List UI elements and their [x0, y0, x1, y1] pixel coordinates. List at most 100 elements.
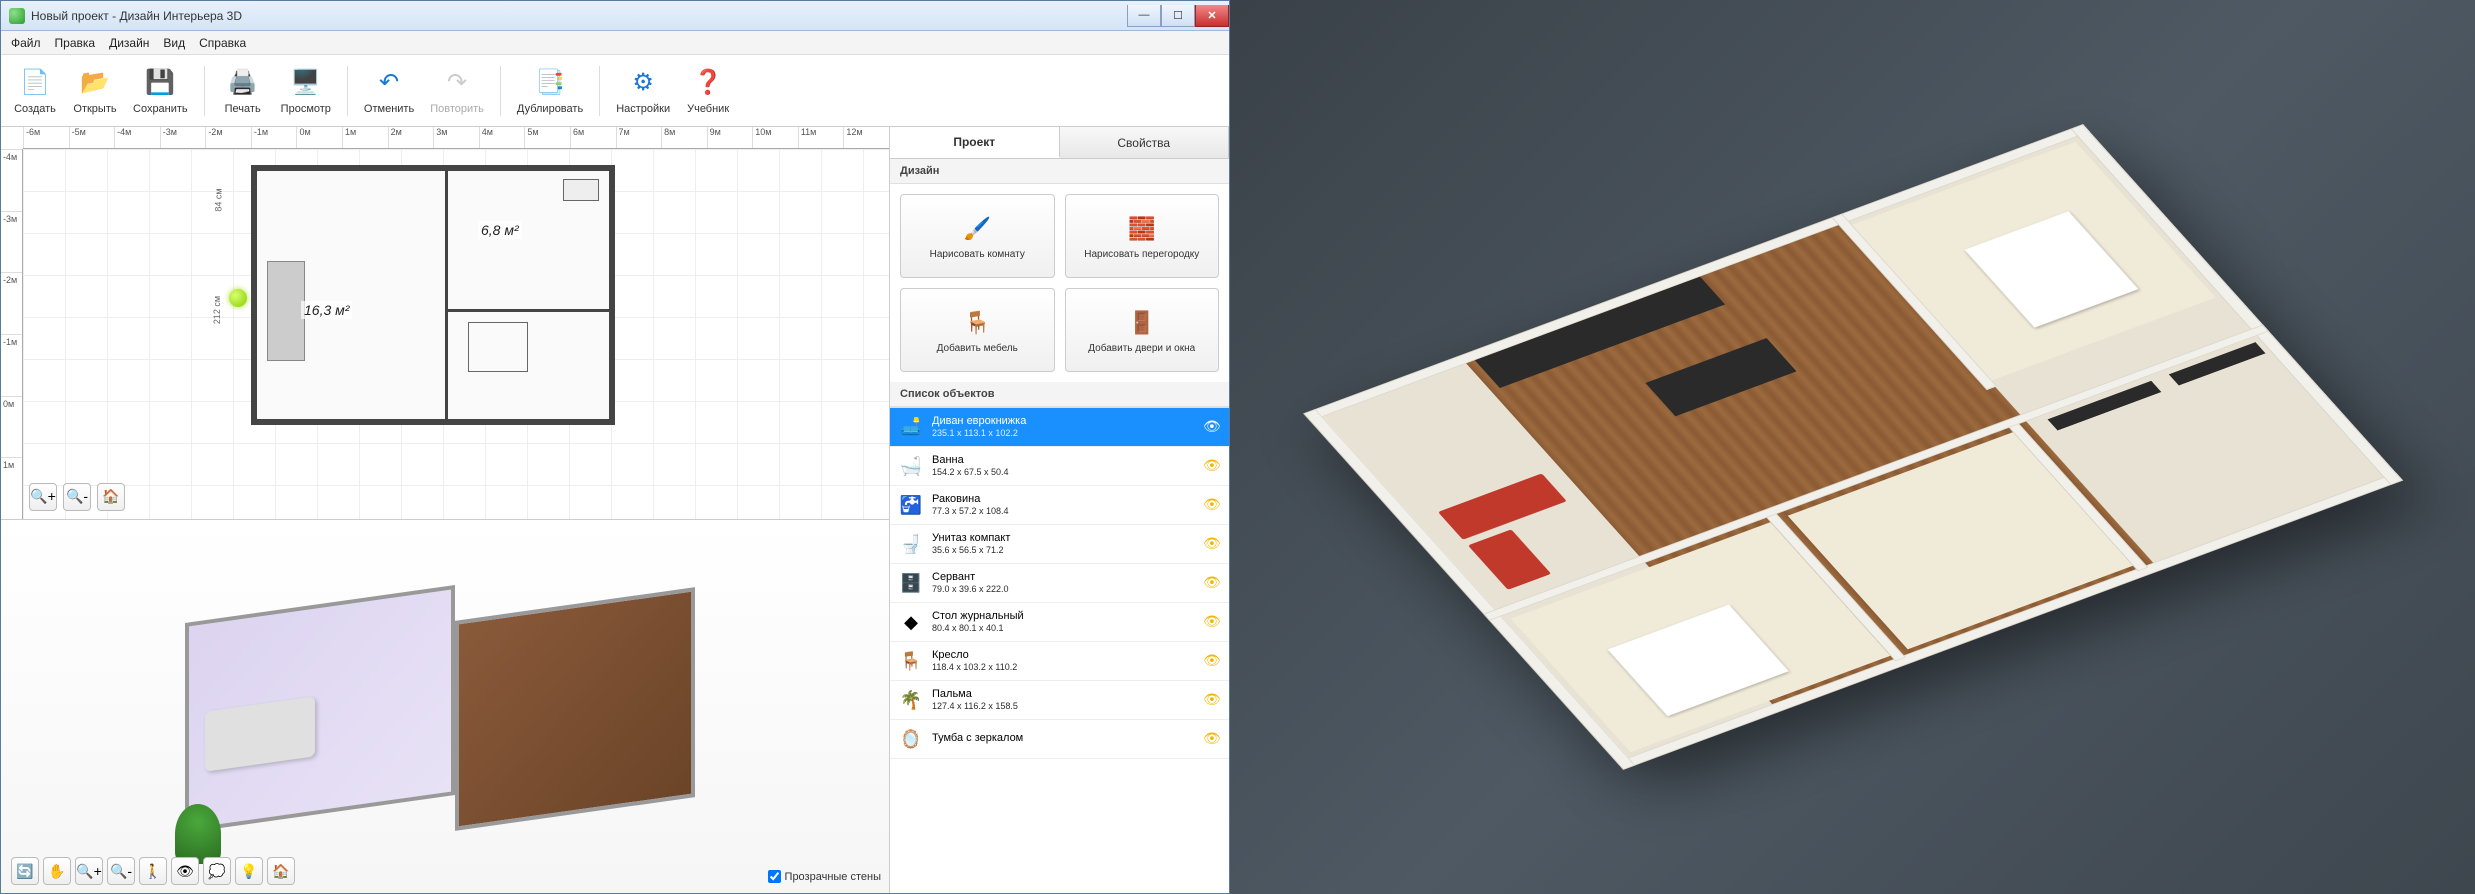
visibility-eye-icon[interactable]: 👁	[1203, 730, 1221, 748]
cloud-button[interactable]: 💭	[203, 857, 231, 885]
object-dimensions: 77.3 x 57.2 x 108.4	[932, 506, 1195, 517]
room-1-area: 16,3 м²	[301, 301, 352, 319]
preview-room-right	[455, 587, 695, 831]
object-text: Пальма127.4 x 116.2 x 158.5	[932, 688, 1195, 712]
object-dimensions: 118.4 x 103.2 x 110.2	[932, 662, 1195, 673]
transparent-walls-checkbox[interactable]: Прозрачные стены	[768, 870, 881, 883]
visibility-eye-icon[interactable]: 👁	[1203, 457, 1221, 475]
tutorial-button[interactable]: ❓ Учебник	[680, 60, 736, 122]
brick-wall-icon: 🧱	[1126, 213, 1158, 245]
plan-door-arc[interactable]	[468, 322, 528, 372]
minimize-button[interactable]: —	[1127, 5, 1161, 27]
walk-button[interactable]: 🚶	[139, 857, 167, 885]
object-list-item[interactable]: 🚽Унитаз компакт35.6 x 56.5 x 71.2👁	[890, 525, 1229, 564]
window-title: Новый проект - Дизайн Интерьера 3D	[31, 9, 242, 23]
visibility-eye-icon[interactable]: 👁	[1203, 613, 1221, 631]
save-button[interactable]: 💾 Сохранить	[127, 60, 194, 122]
render-house-model	[1303, 124, 2402, 770]
room-3[interactable]	[445, 309, 615, 425]
object-text: Унитаз компакт35.6 x 56.5 x 71.2	[932, 532, 1195, 556]
add-doors-button[interactable]: 🚪 Добавить двери и окна	[1065, 288, 1220, 372]
maximize-button[interactable]: ☐	[1161, 5, 1195, 27]
undo-button[interactable]: ↶ Отменить	[358, 60, 420, 122]
settings-button[interactable]: ⚙ Настройки	[610, 60, 676, 122]
create-button[interactable]: 📄 Создать	[7, 60, 63, 122]
draw-room-button[interactable]: 🖌️ Нарисовать комнату	[900, 194, 1055, 278]
home-button[interactable]: 🏠	[97, 483, 125, 511]
tab-properties[interactable]: Свойства	[1060, 127, 1230, 158]
home-3d-button[interactable]: 🏠	[267, 857, 295, 885]
plan-bathtub[interactable]	[563, 179, 599, 201]
menu-view[interactable]: Вид	[163, 36, 185, 50]
preview-3d-canvas[interactable]: 🔄 ✋ 🔍+ 🔍- 🚶 👁 💭 💡 🏠 Прозрачные стены	[1, 520, 889, 893]
plan-2d-canvas[interactable]: -6м-5м-4м -3м-2м-1м 0м1м2м 3м4м5м 6м7м8м…	[1, 127, 889, 520]
object-list-item[interactable]: 🪞Тумба с зеркалом👁	[890, 720, 1229, 759]
object-list-item[interactable]: 🚰Раковина77.3 x 57.2 x 108.4👁	[890, 486, 1229, 525]
visibility-eye-icon[interactable]: 👁	[1203, 418, 1221, 436]
object-name: Унитаз компакт	[932, 532, 1195, 545]
object-thumb-icon: 🌴	[898, 687, 924, 713]
room-2[interactable]: 6,8 м²	[445, 165, 615, 315]
draw-partition-label: Нарисовать перегородку	[1084, 249, 1199, 260]
object-text: Тумба с зеркалом	[932, 732, 1195, 745]
pan-button[interactable]: ✋	[43, 857, 71, 885]
visibility-eye-icon[interactable]: 👁	[1203, 496, 1221, 514]
draw-partition-button[interactable]: 🧱 Нарисовать перегородку	[1065, 194, 1220, 278]
object-text: Кресло118.4 x 103.2 x 110.2	[932, 649, 1195, 673]
zoom-out-button[interactable]: 🔍-	[63, 483, 91, 511]
object-name: Тумба с зеркалом	[932, 732, 1195, 745]
menu-design[interactable]: Дизайн	[109, 36, 149, 50]
floorplan[interactable]: 16,3 м² 6,8 м² 84 см 212 см	[251, 165, 621, 435]
transparent-walls-input[interactable]	[768, 870, 781, 883]
eye-button[interactable]: 👁	[171, 857, 199, 885]
paintbrush-icon: 🖌️	[961, 213, 993, 245]
menu-edit[interactable]: Правка	[55, 36, 96, 50]
side-panel: Проект Свойства Дизайн 🖌️ Нарисовать ком…	[889, 127, 1229, 893]
visibility-eye-icon[interactable]: 👁	[1203, 652, 1221, 670]
add-doors-label: Добавить двери и окна	[1088, 343, 1195, 354]
close-button[interactable]: ✕	[1195, 5, 1229, 27]
visibility-eye-icon[interactable]: 👁	[1203, 574, 1221, 592]
objects-list[interactable]: 🛋️Диван еврокнижка235.1 x 113.1 x 102.2👁…	[890, 407, 1229, 893]
duplicate-button[interactable]: 📑 Дублировать	[511, 60, 589, 122]
object-list-item[interactable]: 🗄️Сервант79.0 x 39.6 x 222.0👁	[890, 564, 1229, 603]
redo-button[interactable]: ↷ Повторить	[424, 60, 490, 122]
zoom-in-3d-button[interactable]: 🔍+	[75, 857, 103, 885]
object-list-item[interactable]: 🌴 Пальма127.4 x 116.2 x 158.5 👁	[890, 681, 1229, 720]
object-list-item[interactable]: 🪑Кресло118.4 x 103.2 x 110.2👁	[890, 642, 1229, 681]
view-button[interactable]: 🖥️ Просмотр	[275, 60, 337, 122]
redo-icon: ↷	[441, 67, 473, 99]
armchair-icon: 🪑	[961, 307, 993, 339]
toolbar-separator	[347, 66, 348, 116]
add-furniture-button[interactable]: 🪑 Добавить мебель	[900, 288, 1055, 372]
menu-file[interactable]: Файл	[11, 36, 41, 50]
open-label: Открыть	[73, 103, 116, 115]
toolbar: 📄 Создать 📂 Открыть 💾 Сохранить 🖨️ Печат…	[1, 55, 1229, 127]
visibility-eye-icon[interactable]: 👁	[1203, 535, 1221, 553]
workspace: -6м-5м-4м -3м-2м-1м 0м1м2м 3м4м5м 6м7м8м…	[1, 127, 1229, 893]
app-window: Новый проект - Дизайн Интерьера 3D — ☐ ✕…	[0, 0, 1230, 894]
menu-help[interactable]: Справка	[199, 36, 246, 50]
menubar: Файл Правка Дизайн Вид Справка	[1, 31, 1229, 55]
selection-handle[interactable]	[229, 289, 247, 307]
print-button[interactable]: 🖨️ Печать	[215, 60, 271, 122]
open-button[interactable]: 📂 Открыть	[67, 60, 123, 122]
room-2-area: 6,8 м²	[478, 221, 522, 239]
add-furniture-label: Добавить мебель	[937, 343, 1018, 354]
redo-label: Повторить	[430, 103, 484, 115]
zoom-out-3d-button[interactable]: 🔍-	[107, 857, 135, 885]
dimension-label-v: 212 см	[212, 296, 222, 324]
plan-sofa[interactable]	[267, 261, 305, 361]
visibility-eye-icon[interactable]: 👁	[1203, 691, 1221, 709]
tab-project[interactable]: Проект	[890, 127, 1060, 158]
draw-room-label: Нарисовать комнату	[930, 249, 1025, 260]
object-list-item[interactable]: ◆Стол журнальный80.4 x 80.1 x 40.1👁	[890, 603, 1229, 642]
zoom-in-button[interactable]: 🔍+	[29, 483, 57, 511]
undo-label: Отменить	[364, 103, 414, 115]
room-1[interactable]: 16,3 м²	[251, 165, 451, 425]
orbit-button[interactable]: 🔄	[11, 857, 39, 885]
object-list-item[interactable]: 🛁Ванна154.2 x 67.5 x 50.4👁	[890, 447, 1229, 486]
object-name: Кресло	[932, 649, 1195, 662]
light-button[interactable]: 💡	[235, 857, 263, 885]
object-list-item[interactable]: 🛋️Диван еврокнижка235.1 x 113.1 x 102.2👁	[890, 408, 1229, 447]
